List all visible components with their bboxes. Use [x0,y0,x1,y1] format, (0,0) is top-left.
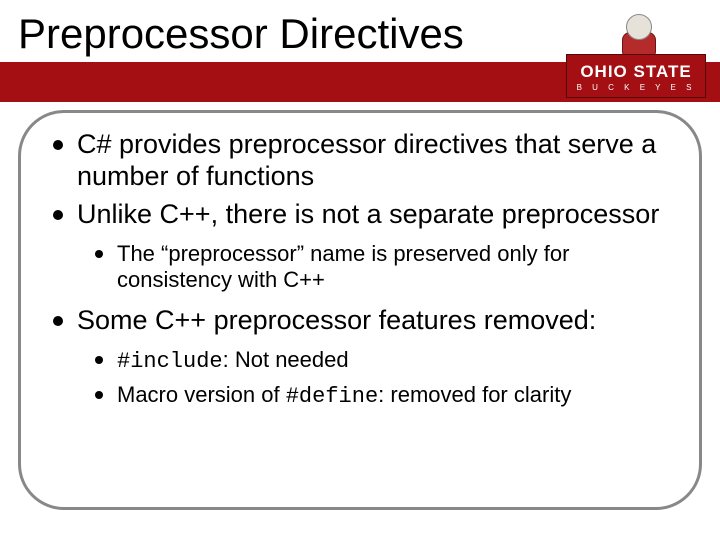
bullet-3: Some C++ preprocessor features removed: … [77,305,671,410]
slide: Preprocessor Directives OHIO STATE B U C… [0,0,720,540]
bullet-3-1: #include: Not needed [117,347,671,375]
content-frame: C# provides preprocessor directives that… [18,110,702,510]
bullet-list: C# provides preprocessor directives that… [49,129,671,410]
bullet-2: Unlike C++, there is not a separate prep… [77,199,671,294]
bullet-3-1-code: #include [117,349,223,374]
bullet-3-1-rest: : Not needed [223,347,349,372]
logo-text-main: OHIO STATE [580,63,691,80]
logo-text-sub: B U C K E Y E S [577,84,696,92]
bullet-2-1-text: The “preprocessor” name is preserved onl… [117,241,569,292]
bullet-2-sublist: The “preprocessor” name is preserved onl… [77,241,671,294]
bullet-3-text: Some C++ preprocessor features removed: [77,305,596,335]
bullet-2-1: The “preprocessor” name is preserved onl… [117,241,671,294]
bullet-3-2-code: #define [286,384,378,409]
logo-plate: OHIO STATE B U C K E Y E S [566,54,706,98]
bullet-2-text: Unlike C++, there is not a separate prep… [77,199,659,229]
bullet-3-2-pre: Macro version of [117,382,286,407]
ohio-state-logo: OHIO STATE B U C K E Y E S [566,12,706,104]
bullet-1-text: C# provides preprocessor directives that… [77,129,656,191]
bullet-3-2-rest: : removed for clarity [378,382,571,407]
bullet-3-sublist: #include: Not needed Macro version of #d… [77,347,671,410]
bullet-3-2: Macro version of #define: removed for cl… [117,382,671,410]
bullet-1: C# provides preprocessor directives that… [77,129,671,193]
brutus-mascot-icon [618,12,660,58]
header: Preprocessor Directives OHIO STATE B U C… [0,0,720,110]
page-title: Preprocessor Directives [18,10,464,58]
